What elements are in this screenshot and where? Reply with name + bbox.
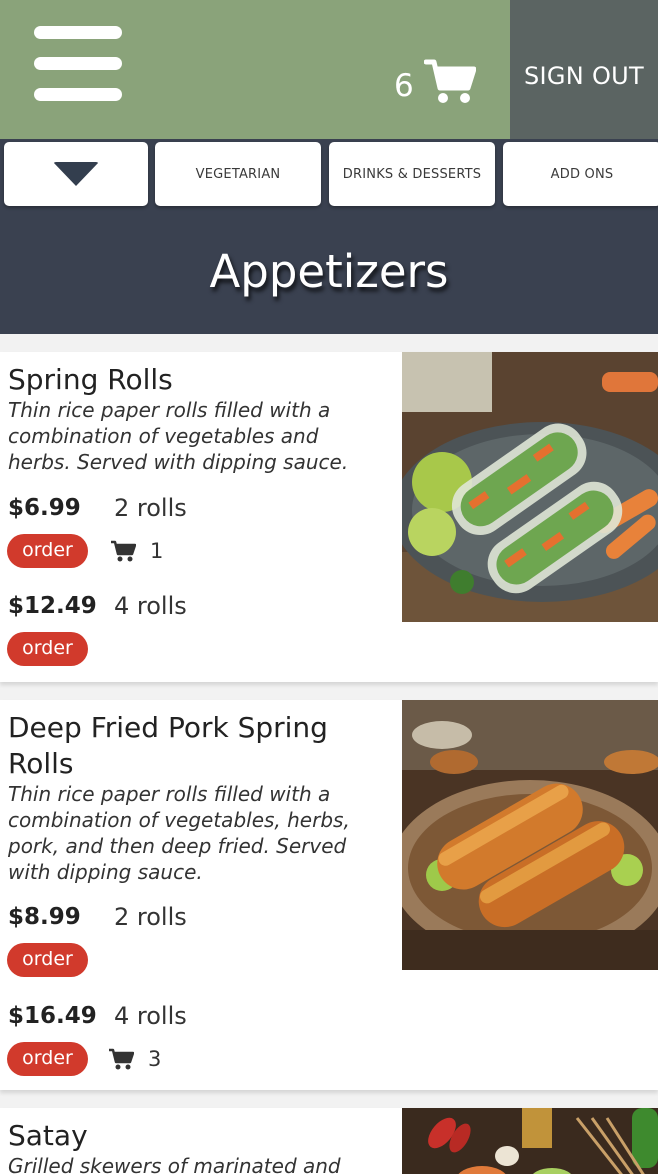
menu-item-card: Satay Grilled skewers of marinated and: [0, 1108, 658, 1174]
tab-vegetarian[interactable]: VEGETARIAN: [155, 142, 321, 206]
section-title: Appetizers: [0, 212, 658, 334]
item-price: $12.49: [8, 593, 97, 619]
satay-photo: [402, 1108, 658, 1174]
item-quantity: 2 rolls: [114, 903, 187, 931]
in-cart-count: 3: [148, 1047, 162, 1071]
category-dropdown-button[interactable]: [4, 142, 148, 206]
item-price: $8.99: [8, 904, 81, 930]
cart-icon: [109, 1048, 134, 1070]
in-cart-indicator: 3: [108, 1047, 161, 1071]
tab-drinks-desserts[interactable]: DRINKS & DESSERTS: [329, 142, 495, 206]
item-quantity: 2 rolls: [114, 494, 187, 522]
item-description: Grilled skewers of marinated and: [8, 1154, 341, 1174]
item-name: Spring Rolls: [8, 363, 173, 396]
tab-add-ons[interactable]: ADD ONS: [503, 142, 658, 206]
item-quantity: 4 rolls: [114, 592, 187, 620]
order-button[interactable]: order: [7, 534, 88, 568]
order-button[interactable]: order: [7, 632, 88, 666]
menu-page: 6 SIGN OUT VEGETARIAN DRINKS & DESSERTS …: [0, 0, 658, 1174]
item-quantity: 4 rolls: [114, 1002, 187, 1030]
item-price: $16.49: [8, 1003, 97, 1029]
in-cart-count: 1: [150, 539, 164, 563]
hamburger-icon[interactable]: [34, 26, 122, 102]
item-name: Deep Fried Pork Spring Rolls: [8, 711, 328, 780]
item-name: Satay: [8, 1119, 88, 1152]
top-bar: 6 SIGN OUT: [0, 0, 658, 139]
sign-out-button[interactable]: SIGN OUT: [510, 0, 658, 139]
category-tabs: VEGETARIAN DRINKS & DESSERTS ADD ONS: [0, 139, 658, 212]
menu-item-card: Spring Rolls Thin rice paper rolls fille…: [0, 352, 658, 682]
cart-icon: [111, 540, 136, 562]
cart-count[interactable]: 6: [394, 66, 414, 106]
menu-item-card: Deep Fried Pork Spring Rolls Thin rice p…: [0, 700, 658, 1090]
cart-icon[interactable]: [424, 58, 476, 104]
item-description: Thin rice paper rolls filled with a comb…: [8, 782, 350, 884]
order-button[interactable]: order: [7, 943, 88, 977]
item-description: Thin rice paper rolls filled with a comb…: [8, 398, 349, 474]
pork-spring-rolls-photo: [402, 700, 658, 970]
in-cart-indicator: 1: [110, 539, 163, 563]
spring-rolls-photo: [402, 352, 658, 622]
triangle-down-icon: [53, 162, 99, 186]
order-button[interactable]: order: [7, 1042, 88, 1076]
item-price: $6.99: [8, 495, 81, 521]
